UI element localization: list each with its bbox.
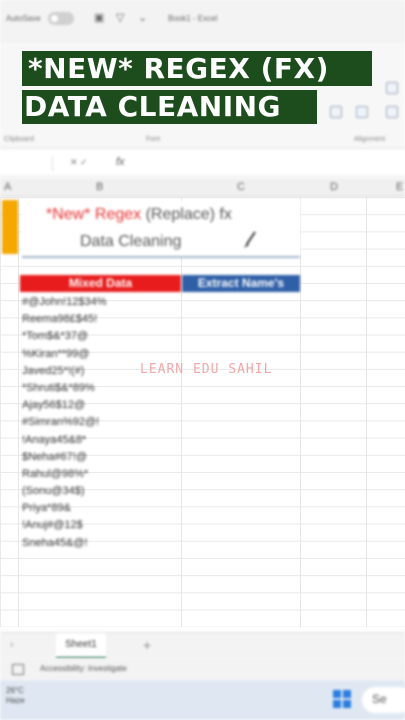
column-header-b[interactable]: B [96,181,103,193]
table-row[interactable]: Ajay56$12@ [22,397,107,414]
filter-icon[interactable]: ▽ [116,11,124,24]
ribbon-group-clipboard: Clipboard [4,136,34,143]
fx-icon[interactable]: fx [116,156,125,168]
name-box[interactable] [0,156,53,171]
table-row[interactable]: #@John!12$34% [22,294,107,311]
table-row[interactable]: *Tom$&*37@ [22,328,107,345]
sheet-title-cell[interactable]: *New* Regex (Replace) fx Data Cleaning [22,200,300,258]
header-mixed-data[interactable]: Mixed Data [20,275,181,292]
grid-line [366,197,367,627]
header-extract-names[interactable]: Extract Name's [182,275,300,292]
grid-line [18,197,19,627]
overlay-title-line2: DATA CLEANING [22,90,317,124]
accent-bar [2,200,18,254]
title-bar: AutoSave ▣ ▽ ⌄ Book1 - Excel [0,0,405,44]
table-row[interactable]: #Simran%92@! [22,414,107,431]
grid-line [181,197,182,627]
sheet-nav-icon[interactable]: › [10,639,14,651]
chevron-down-icon[interactable]: ⌄ [138,11,147,24]
accessibility-status[interactable]: Accessibility: Investigate [40,664,127,673]
workbook-title: Book1 - Excel [168,14,218,23]
overlay-title-line1: *NEW* REGEX (FX) [22,51,372,86]
column-headers: A B C D E [0,178,405,197]
table-row[interactable]: !Anaya45&8* [22,432,107,449]
sheet-title-line1: *New* Regex (Replace) fx [46,206,232,224]
sheet-tab-active[interactable]: Sheet1 [56,633,106,659]
autosave-label: AutoSave [6,14,41,23]
paintbrush-icon [244,231,256,248]
add-sheet-button[interactable]: + [143,637,151,653]
table-row[interactable]: (Sonu@34$) [22,483,107,500]
mixed-data-list: #@John!12$34% Reema98£$45! *Tom$&*37@ %K… [22,294,107,552]
indent-icon[interactable] [356,106,368,118]
table-row[interactable]: $Neha#67!@ [22,449,107,466]
table-row[interactable]: Reema98£$45! [22,311,107,328]
sheet-title-highlight: *New* Regex [46,206,142,223]
watermark: LEARN EDU SAHIL [140,362,273,377]
column-header-d[interactable]: D [330,181,338,193]
grid-line [300,197,301,627]
search-label: Se [372,692,387,706]
sheet-title-line2: Data Cleaning [80,233,182,250]
taskbar-search[interactable]: Se [362,687,405,713]
weather-widget[interactable]: 26°C Haze [6,686,25,706]
weather-condition: Haze [6,696,25,705]
ribbon-group-font: Font [146,136,161,143]
ribbon-group-alignment: Alignment [354,136,386,143]
table-row[interactable]: Javed25*!(#) [22,363,107,380]
table-row[interactable]: !Anuj#@12$ [22,517,107,534]
windows-start-icon[interactable] [333,690,351,708]
column-header-c[interactable]: C [237,181,245,193]
merge-icon[interactable] [386,106,398,118]
macro-icon[interactable] [12,664,24,675]
table-row[interactable]: *Shruti$&*89% [22,380,107,397]
table-row[interactable]: Rahul@98%* [22,466,107,483]
table-row[interactable]: Sneha45&@! [22,535,107,552]
column-header-e[interactable]: E [396,181,403,193]
table-row[interactable]: Priya*89& [22,500,107,517]
sheet-tab-bar: › Sheet1 + [0,632,405,659]
cancel-confirm-icons[interactable]: ✕ ✓ [70,157,88,168]
taskbar: 26°C Haze Se [0,680,405,720]
sheet-title-rest: (Replace) fx [141,206,232,223]
align-icon[interactable] [330,106,342,118]
status-bar: Accessibility: Investigate [0,658,405,680]
autosave-toggle[interactable] [48,12,74,25]
formula-bar: ✕ ✓ fx [0,152,405,177]
wrap-icon[interactable] [386,82,398,94]
table-row[interactable]: %Kiran**99@ [22,346,107,363]
temperature: 26°C [6,686,24,695]
save-icon[interactable]: ▣ [94,11,104,24]
column-header-a[interactable]: A [4,181,11,193]
